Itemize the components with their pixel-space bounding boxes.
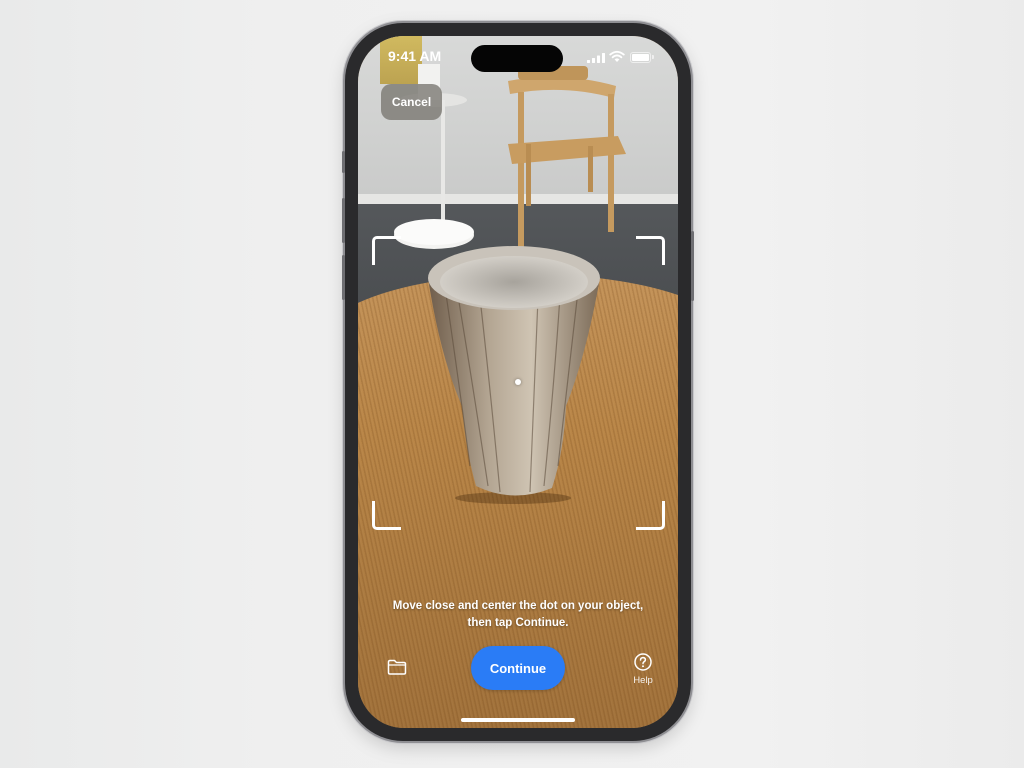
home-indicator[interactable]: [461, 718, 575, 722]
viewfinder-corner-bottom-left: [372, 501, 401, 530]
viewfinder-corner-top-right: [636, 236, 665, 265]
cancel-button[interactable]: Cancel: [381, 84, 442, 120]
iphone-device-frame: 9:41 AM Cancel Move close and center the…: [342, 23, 694, 741]
action-button: [342, 151, 345, 173]
volume-up-button: [342, 198, 345, 243]
folder-icon[interactable]: [387, 659, 407, 675]
battery-icon: [630, 52, 654, 63]
dynamic-island: [471, 45, 563, 72]
capture-instruction: Move close and center the dot on your ob…: [358, 598, 678, 632]
instruction-line-1: Move close and center the dot on your ob…: [392, 600, 644, 612]
help-button[interactable]: Help: [628, 653, 658, 693]
object-capture-screen: 9:41 AM Cancel Move close and center the…: [358, 36, 678, 728]
presentation-background: 9:41 AM Cancel Move close and center the…: [0, 0, 1024, 768]
wifi-icon: [609, 50, 625, 62]
power-button: [691, 231, 694, 301]
continue-button[interactable]: Continue: [471, 646, 565, 690]
instruction-line-2: then tap Continue.: [467, 617, 569, 629]
volume-down-button: [342, 255, 345, 300]
question-mark-circle-icon: [634, 653, 652, 671]
center-dot-reticle: [515, 379, 521, 385]
status-time: 9:41 AM: [388, 48, 442, 64]
viewfinder-corner-bottom-right: [636, 501, 665, 530]
scanned-ceramic-vase: [428, 246, 600, 504]
viewfinder-corner-top-left: [372, 236, 401, 265]
help-label: Help: [633, 675, 653, 686]
status-bar: 9:41 AM: [358, 36, 678, 76]
cellular-signal-icon: [587, 53, 605, 63]
